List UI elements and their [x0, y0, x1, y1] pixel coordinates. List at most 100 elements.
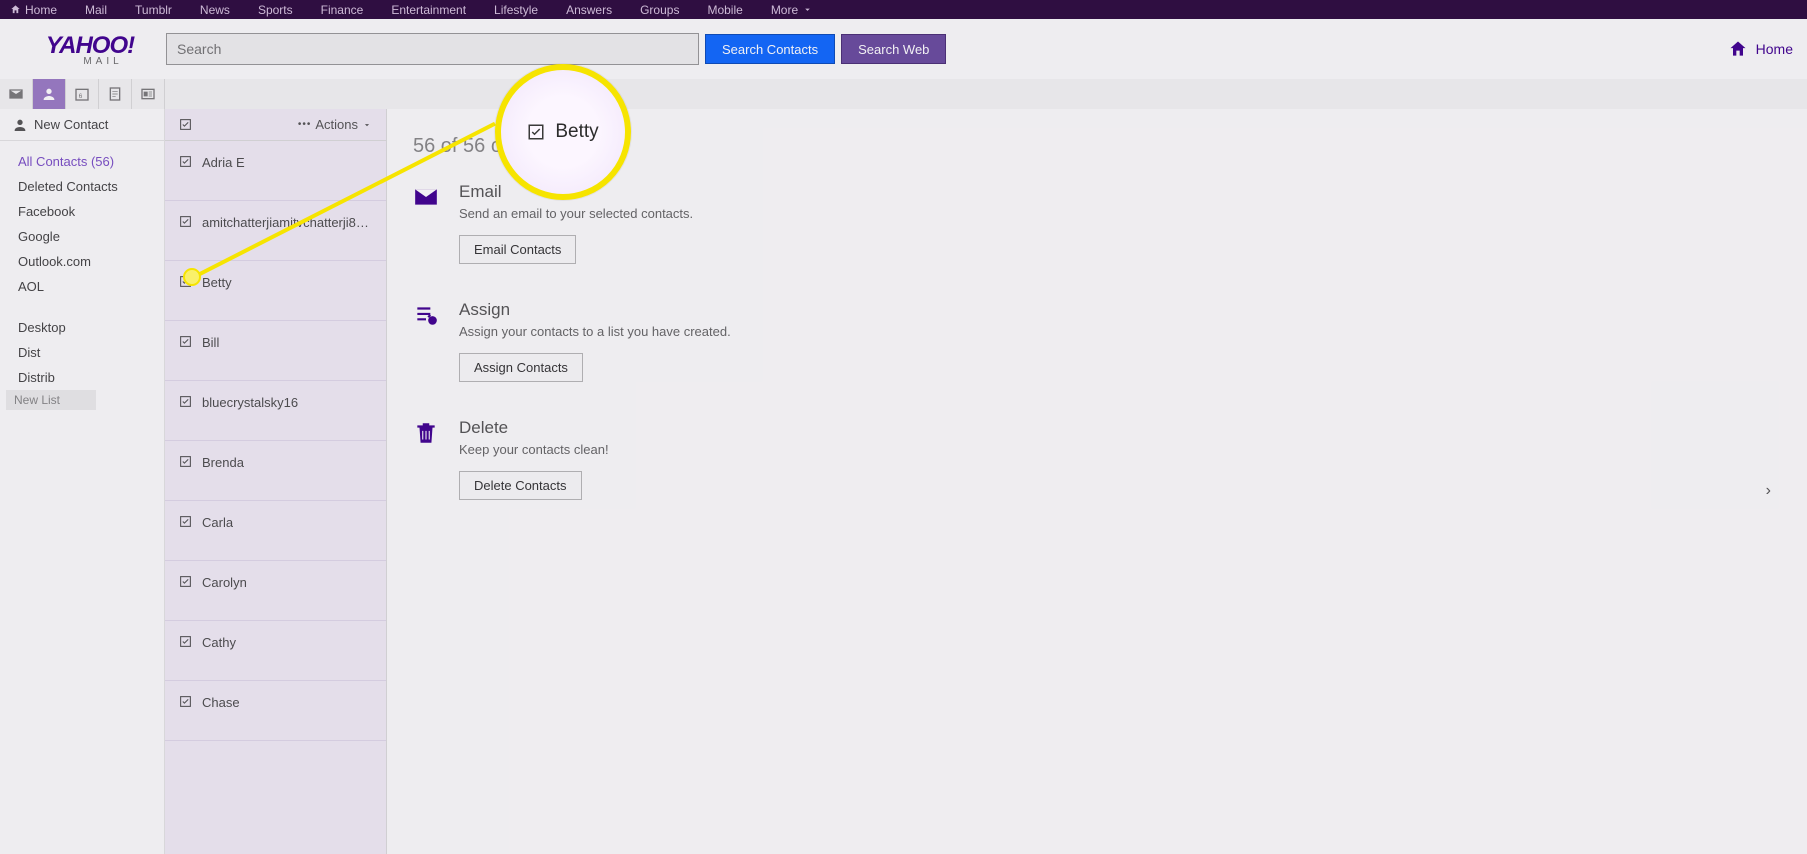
sidebar-deleted[interactable]: Deleted Contacts — [0, 174, 164, 199]
email-desc: Send an email to your selected contacts. — [459, 206, 693, 221]
sidebar-outlook[interactable]: Outlook.com — [0, 249, 164, 274]
delete-desc: Keep your contacts clean! — [459, 442, 609, 457]
contact-row[interactable]: Adria E — [165, 141, 386, 201]
checkbox-checked-icon[interactable] — [179, 395, 192, 408]
select-all-checkbox[interactable] — [179, 118, 192, 131]
contact-row[interactable]: Chase — [165, 681, 386, 741]
new-contact-label: New Contact — [34, 117, 108, 132]
tab-mail[interactable] — [0, 79, 33, 109]
contact-name: Brenda — [202, 455, 244, 470]
assign-title: Assign — [459, 300, 731, 320]
nav-news[interactable]: News — [200, 3, 230, 17]
home-icon — [1728, 39, 1748, 59]
header-home-label: Home — [1756, 41, 1793, 57]
add-contact-icon — [10, 117, 26, 133]
nav-tumblr[interactable]: Tumblr — [135, 3, 172, 17]
left-sidebar: New Contact All Contacts (56) Deleted Co… — [0, 109, 165, 854]
trash-icon — [413, 420, 439, 446]
search-contacts-button[interactable]: Search Contacts — [705, 34, 835, 64]
nav-label: Home — [25, 3, 57, 17]
actions-dropdown[interactable]: ••• Actions — [298, 117, 372, 132]
sidebar-aol[interactable]: AOL — [0, 274, 164, 299]
logo-brand: YAHOO! — [46, 32, 134, 59]
nav-mail[interactable]: Mail — [85, 3, 107, 17]
contact-name: Chase — [202, 695, 240, 710]
sidebar-list-desktop[interactable]: Desktop — [0, 315, 164, 340]
nav-mobile[interactable]: Mobile — [707, 3, 742, 17]
checkbox-checked-icon[interactable] — [179, 575, 192, 588]
new-contact-button[interactable]: New Contact — [0, 109, 164, 141]
callout-dot — [183, 268, 201, 286]
contact-row[interactable]: Cathy — [165, 621, 386, 681]
svg-text:6: 6 — [79, 93, 83, 100]
new-list-input[interactable]: New List — [6, 390, 96, 410]
expand-panel-button[interactable]: › — [1766, 482, 1771, 500]
sidebar-list-distrib[interactable]: Distrib — [0, 365, 164, 390]
main-panel: 56 of 56 contacts Email Send an email to… — [387, 109, 1807, 854]
sidebar-facebook[interactable]: Facebook — [0, 199, 164, 224]
contact-name: Betty — [202, 275, 232, 290]
notepad-icon — [107, 86, 123, 102]
tab-notepad[interactable] — [99, 79, 132, 109]
checkbox-checked-icon[interactable] — [179, 515, 192, 528]
chevron-down-icon — [362, 120, 372, 130]
contact-row[interactable]: amitchatterjiamitvchatterji81593 — [165, 201, 386, 261]
person-icon — [41, 86, 57, 102]
contact-list-header: ••• Actions — [165, 109, 386, 141]
tab-calendar[interactable]: 6 — [66, 79, 99, 109]
contact-list-panel: ••• Actions Adria E amitchatterjiamitvcha… — [165, 109, 387, 854]
header-home-link[interactable]: Home — [1728, 39, 1793, 59]
assign-contacts-button[interactable]: Assign Contacts — [459, 353, 583, 382]
chevron-down-icon — [802, 4, 813, 15]
delete-title: Delete — [459, 418, 609, 438]
nav-home[interactable]: Home — [10, 3, 57, 17]
contact-row[interactable]: Brenda — [165, 441, 386, 501]
contact-row[interactable]: Bill — [165, 321, 386, 381]
nav-entertainment[interactable]: Entertainment — [391, 3, 466, 17]
delete-contacts-button[interactable]: Delete Contacts — [459, 471, 582, 500]
checkbox-checked-icon[interactable] — [179, 635, 192, 648]
app-tabs: 6 — [0, 79, 1807, 109]
sidebar-list-dist[interactable]: Dist — [0, 340, 164, 365]
nav-sports[interactable]: Sports — [258, 3, 293, 17]
contact-rows[interactable]: Adria E amitchatterjiamitvchatterji81593 B… — [165, 141, 386, 854]
callout-label: Betty — [555, 121, 598, 143]
contact-row[interactable]: Carla — [165, 501, 386, 561]
sidebar-all-contacts[interactable]: All Contacts (56) — [0, 149, 164, 174]
nav-more[interactable]: More — [771, 3, 813, 17]
tab-contacts[interactable] — [33, 79, 66, 109]
checkbox-checked-icon[interactable] — [179, 215, 192, 228]
contact-name: Carolyn — [202, 575, 247, 590]
contact-name: Adria E — [202, 155, 245, 170]
delete-section: Delete Keep your contacts clean! Delete … — [413, 418, 1781, 500]
news-icon — [140, 86, 156, 102]
header-bar: YAHOO! MAIL Search Contacts Search Web H… — [0, 19, 1807, 79]
callout-magnifier: Betty — [495, 64, 631, 200]
checkbox-checked-icon[interactable] — [179, 335, 192, 348]
nav-answers[interactable]: Answers — [566, 3, 612, 17]
mail-icon — [8, 86, 24, 102]
contact-row[interactable]: Carolyn — [165, 561, 386, 621]
search-input[interactable] — [166, 33, 699, 65]
email-icon — [413, 184, 439, 210]
nav-label: More — [771, 3, 798, 17]
contact-row[interactable]: bluecrystalsky16 — [165, 381, 386, 441]
calendar-icon: 6 — [74, 86, 90, 102]
checkbox-checked-icon[interactable] — [179, 455, 192, 468]
sidebar-lists: All Contacts (56) Deleted Contacts Faceb… — [0, 141, 164, 418]
nav-lifestyle[interactable]: Lifestyle — [494, 3, 538, 17]
yahoo-logo[interactable]: YAHOO! MAIL — [14, 32, 166, 67]
contact-name: bluecrystalsky16 — [202, 395, 298, 410]
email-section: Email Send an email to your selected con… — [413, 182, 1781, 264]
email-contacts-button[interactable]: Email Contacts — [459, 235, 576, 264]
tab-news[interactable] — [132, 79, 165, 109]
nav-finance[interactable]: Finance — [321, 3, 364, 17]
checkbox-checked-icon — [527, 123, 545, 141]
checkbox-checked-icon[interactable] — [179, 155, 192, 168]
assign-section: Assign Assign your contacts to a list yo… — [413, 300, 1781, 382]
nav-groups[interactable]: Groups — [640, 3, 679, 17]
checkbox-checked-icon[interactable] — [179, 695, 192, 708]
sidebar-google[interactable]: Google — [0, 224, 164, 249]
search-web-button[interactable]: Search Web — [841, 34, 946, 64]
contact-name: Carla — [202, 515, 233, 530]
